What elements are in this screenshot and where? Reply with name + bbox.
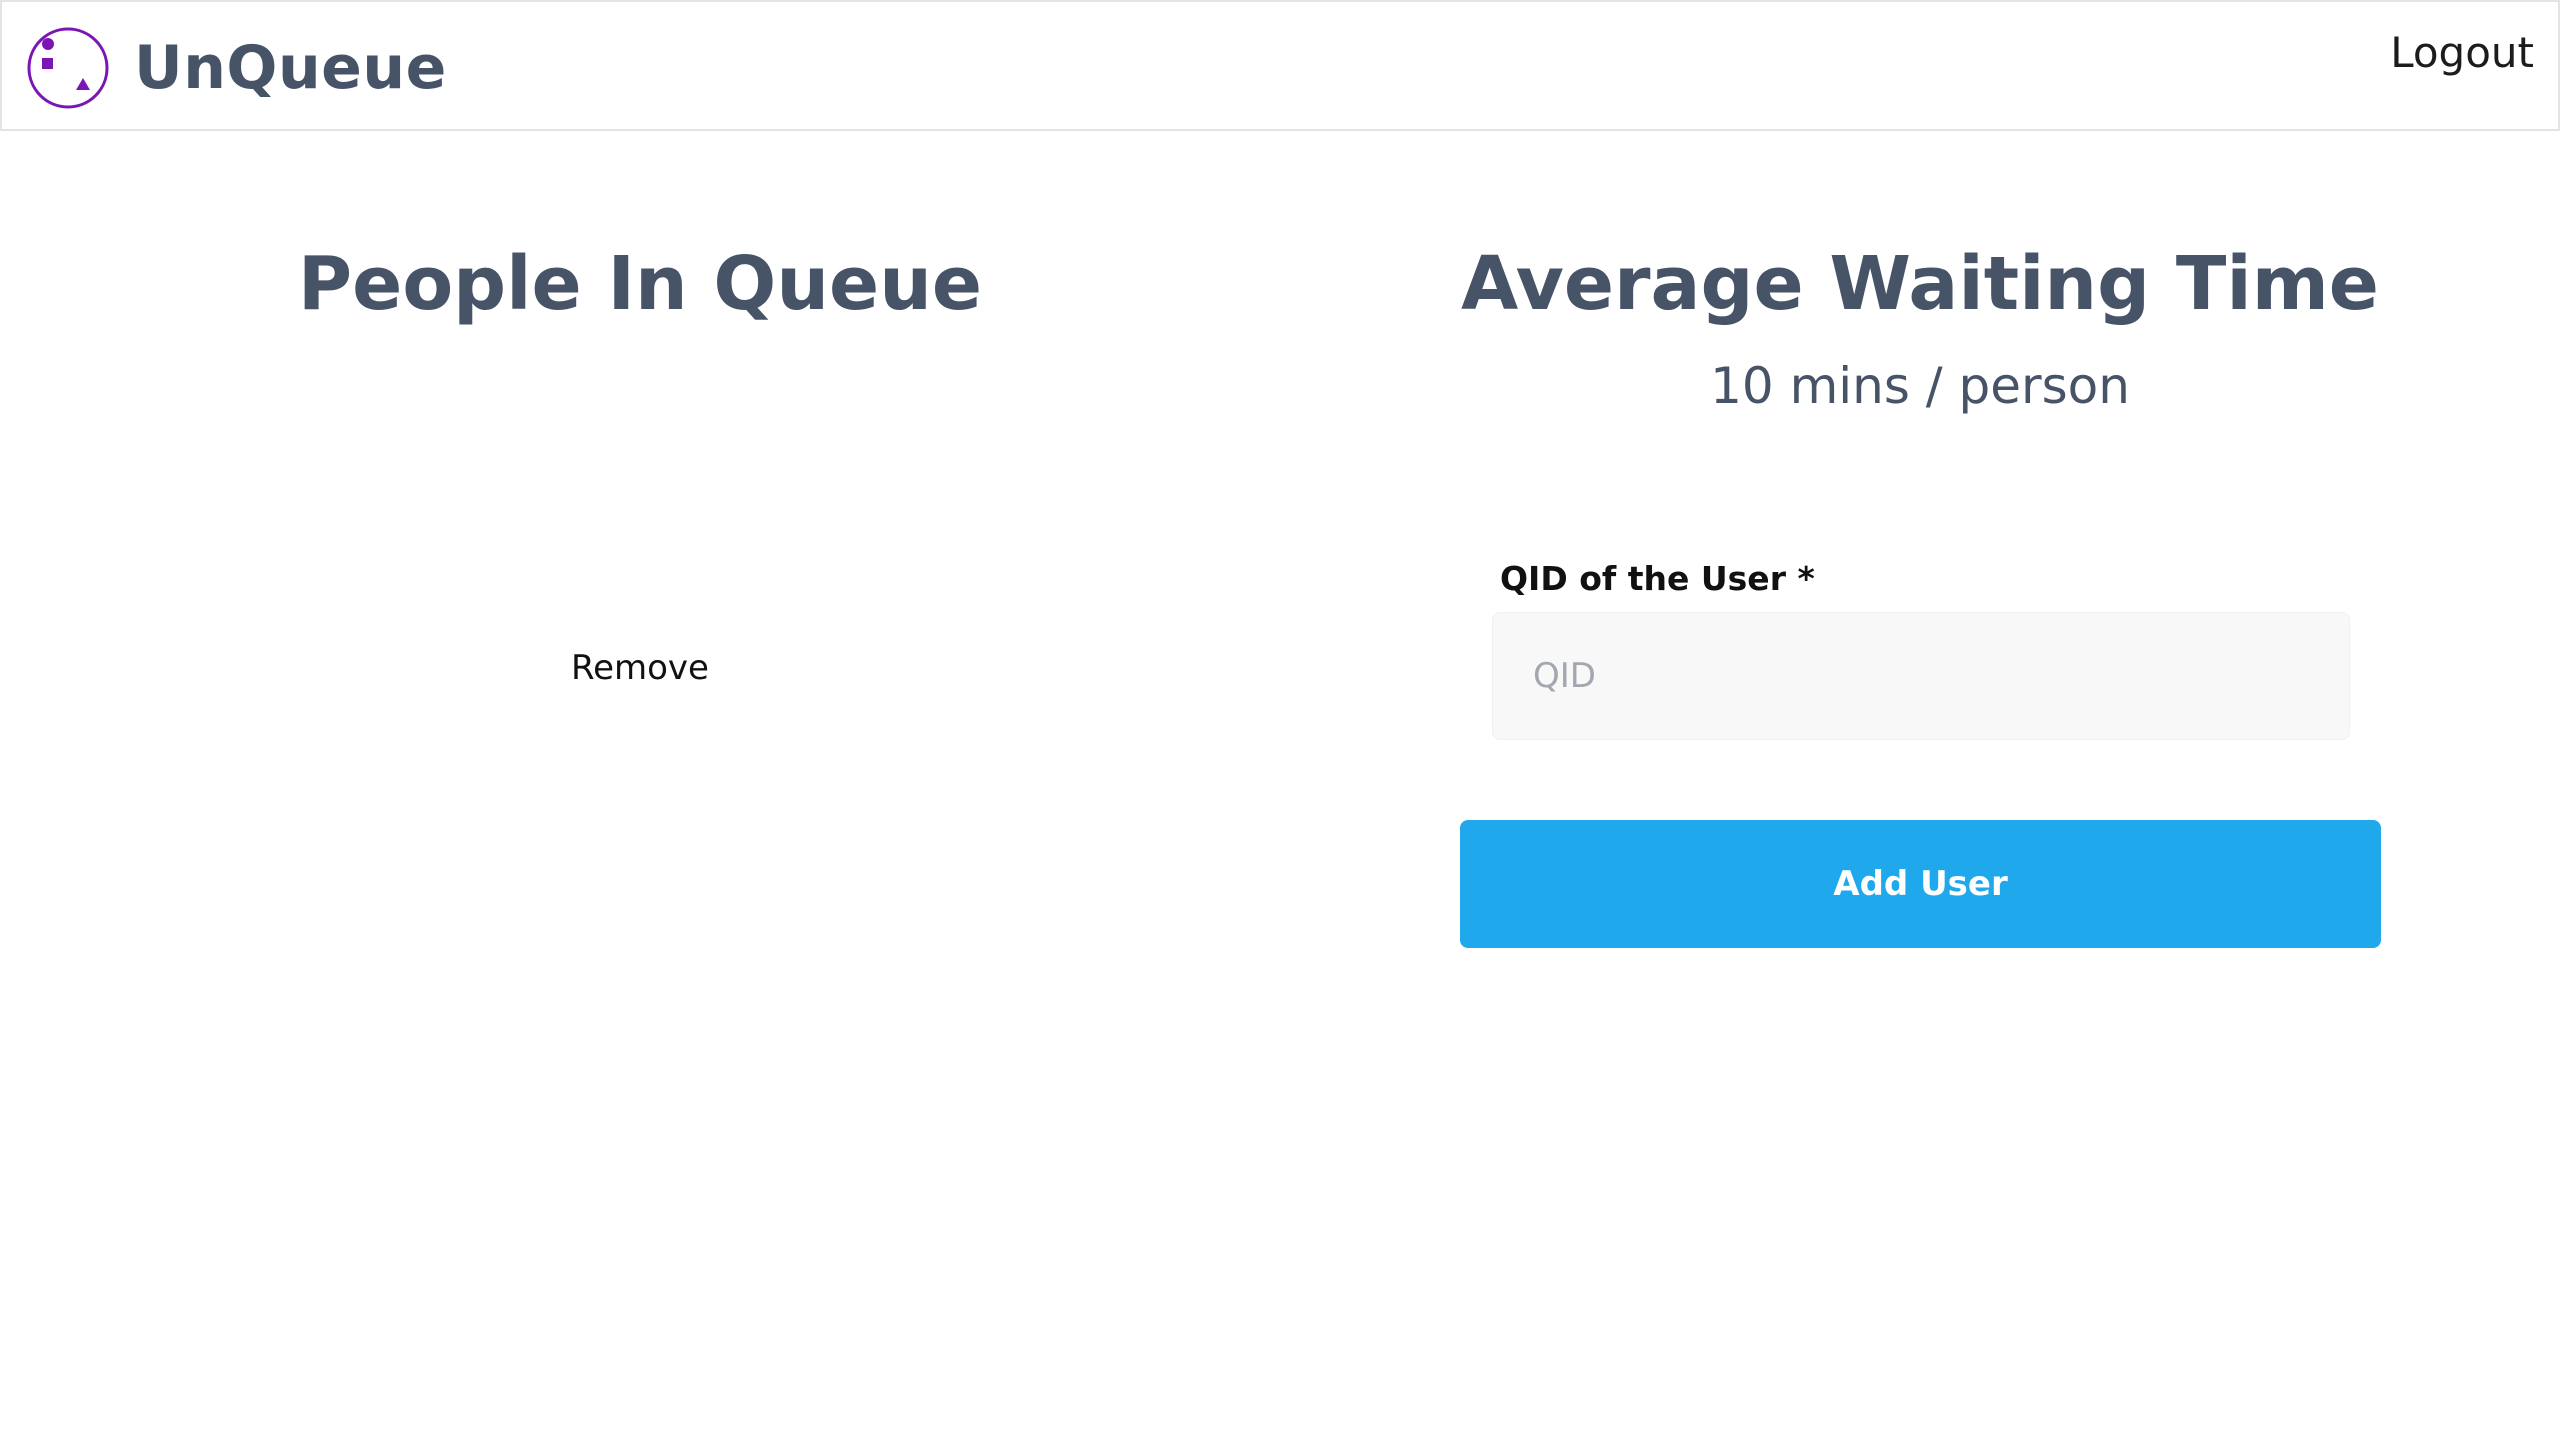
queue-shapes-icon [27,27,109,109]
qid-input[interactable] [1492,612,2350,740]
queue-title: People In Queue [297,241,983,327]
brand[interactable]: UnQueue [26,26,447,110]
app-name: UnQueue [134,33,447,103]
logout-link[interactable]: Logout [2390,28,2534,77]
qid-field-label: QID of the User * [1500,559,1815,598]
top-navbar: UnQueue Logout [0,0,2560,131]
waiting-time-title: Average Waiting Time [1461,241,2379,327]
remove-button[interactable]: Remove [0,648,1280,688]
waiting-time-value: 10 mins / person [1710,357,2130,415]
add-user-button[interactable]: Add User [1460,820,2381,948]
